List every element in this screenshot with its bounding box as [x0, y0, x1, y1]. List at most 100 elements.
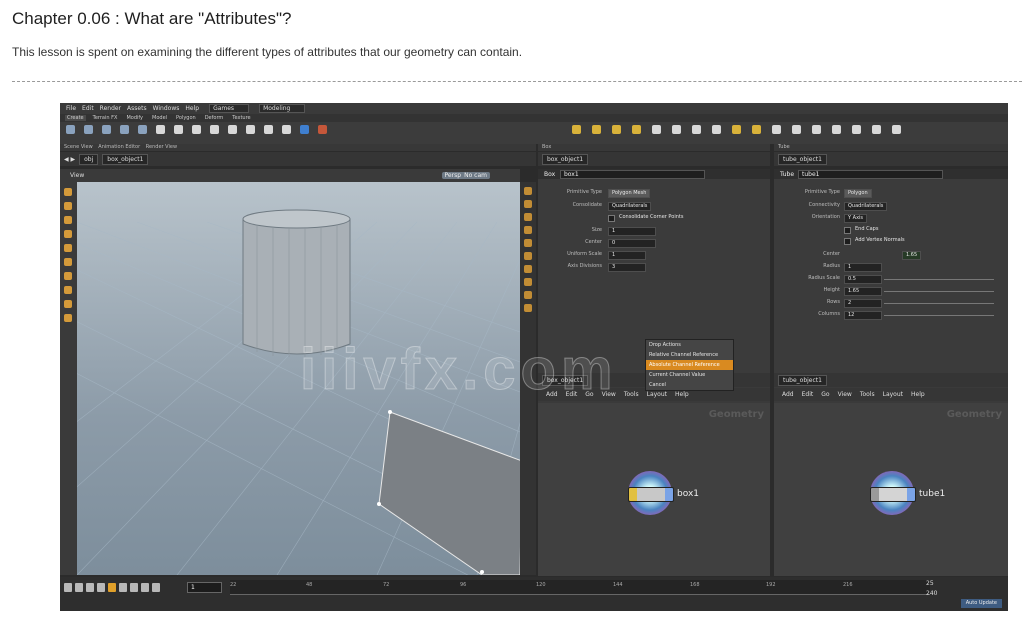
platonic-tool-icon[interactable]	[300, 125, 309, 134]
consolidate-menu[interactable]: Quadrilaterals	[608, 202, 652, 211]
camera-menu[interactable]: No cam	[461, 172, 490, 179]
path-node-tube[interactable]: tube_object1	[778, 153, 827, 165]
path-obj[interactable]: obj	[79, 153, 99, 165]
group-tool-icon[interactable]	[64, 300, 72, 308]
shelf-tab[interactable]: Create	[65, 115, 86, 121]
path-tool-icon[interactable]	[228, 125, 237, 134]
menu-file[interactable]: File	[66, 105, 76, 112]
network-pane-box[interactable]: box_object1 Add Edit Go View Tools Layou…	[538, 373, 770, 576]
jump-end-icon[interactable]	[152, 583, 160, 592]
network-path-field[interactable]: tube_object1	[778, 374, 827, 386]
menu-edit[interactable]: Edit	[82, 105, 94, 112]
camera-tool-icon[interactable]	[572, 125, 581, 134]
shelf-tab[interactable]: Polygon	[174, 115, 198, 121]
handle-tool-icon[interactable]	[64, 258, 72, 266]
tube-tool-icon[interactable]	[102, 125, 111, 134]
net-menu-help[interactable]: Help	[675, 391, 689, 398]
net-menu-layout[interactable]: Layout	[647, 391, 667, 398]
net-menu-layout[interactable]: Layout	[883, 391, 903, 398]
consolidate-checkbox[interactable]	[608, 215, 615, 222]
axis-divisions-field[interactable]: 3	[608, 263, 646, 272]
network-path-field[interactable]: box_object1	[542, 374, 589, 386]
area-light-tool-icon[interactable]	[632, 125, 641, 134]
tab-scene-view[interactable]: Scene View	[64, 144, 93, 150]
rotate-tool-icon[interactable]	[64, 230, 72, 238]
node-name-field[interactable]: tube1	[798, 170, 943, 179]
curve-tool-icon[interactable]	[210, 125, 219, 134]
path-node-box[interactable]: box_object1	[542, 153, 589, 165]
vertex-normals-checkbox[interactable]	[844, 238, 851, 245]
shelf-tab[interactable]: Model	[150, 115, 169, 121]
net-menu-edit[interactable]: Edit	[566, 391, 578, 398]
menu-absolute-reference[interactable]: Absolute Channel Reference	[646, 360, 733, 370]
ambient-light-tool-icon[interactable]	[812, 125, 821, 134]
play-icon[interactable]	[119, 583, 127, 592]
jump-start-icon[interactable]	[64, 583, 72, 592]
menu-help[interactable]: Help	[185, 105, 199, 112]
normals-icon[interactable]	[524, 252, 532, 260]
desktop-select[interactable]: Games	[209, 104, 250, 113]
sphere-tool-icon[interactable]	[84, 125, 93, 134]
stop-icon[interactable]	[108, 583, 116, 592]
center-field[interactable]: 0	[608, 239, 656, 248]
height-field[interactable]: 1.65	[844, 287, 882, 296]
net-menu-view[interactable]: View	[602, 391, 616, 398]
frame-end-b[interactable]: 240	[926, 590, 937, 597]
view-tool-icon[interactable]	[64, 202, 72, 210]
3d-viewport[interactable]	[77, 182, 520, 575]
rows-slider[interactable]	[884, 303, 994, 304]
rows-field[interactable]: 2	[844, 299, 882, 308]
caustic-light-tool-icon[interactable]	[772, 125, 781, 134]
net-menu-tools[interactable]: Tools	[860, 391, 875, 398]
orientation-menu[interactable]: Y Axis	[844, 214, 868, 223]
step-back-icon[interactable]	[75, 583, 83, 592]
lsystem-tool-icon[interactable]	[318, 125, 327, 134]
torus-tool-icon[interactable]	[120, 125, 129, 134]
path-node[interactable]: box_object1	[102, 153, 149, 165]
end-caps-checkbox[interactable]	[844, 227, 851, 234]
net-menu-view[interactable]: View	[838, 391, 852, 398]
move-tool-icon[interactable]	[64, 216, 72, 224]
back-icon[interactable]: ◀ ▶	[64, 156, 75, 163]
display-options-icon[interactable]	[524, 187, 532, 195]
radius-scale-slider[interactable]	[884, 279, 994, 280]
spray-paint-tool-icon[interactable]	[246, 125, 255, 134]
shelf-tab[interactable]: Deform	[203, 115, 226, 121]
shelf-tab[interactable]: Terrain FX	[91, 115, 120, 121]
camera-icon[interactable]	[524, 278, 532, 286]
switcher-tool-icon[interactable]	[872, 125, 881, 134]
menu-relative-reference[interactable]: Relative Channel Reference	[646, 350, 733, 360]
desktop-select-2[interactable]: Modeling	[259, 104, 306, 113]
gamepad-camera-tool-icon[interactable]	[892, 125, 901, 134]
tube1-node[interactable]	[870, 487, 916, 502]
box1-node[interactable]	[628, 487, 674, 502]
portal-light-tool-icon[interactable]	[792, 125, 801, 134]
menu-cancel[interactable]: Cancel	[646, 380, 733, 390]
line-tool-icon[interactable]	[174, 125, 183, 134]
current-frame-field[interactable]: 1	[187, 582, 222, 593]
menu-windows[interactable]: Windows	[153, 105, 180, 112]
step-forward-icon[interactable]	[141, 583, 149, 592]
lights-icon[interactable]	[524, 200, 532, 208]
net-menu-add[interactable]: Add	[782, 391, 794, 398]
points-icon[interactable]	[524, 239, 532, 247]
radius-scale-field[interactable]: 0.5	[844, 275, 882, 284]
pose-tool-icon[interactable]	[64, 272, 72, 280]
primitive-type-menu[interactable]: Polygon Mesh	[608, 189, 651, 198]
connectivity-menu[interactable]: Quadrilaterals	[844, 202, 888, 211]
tab-animation-editor[interactable]: Animation Editor	[98, 144, 140, 150]
spot-light-tool-icon[interactable]	[612, 125, 621, 134]
sky-light-tool-icon[interactable]	[732, 125, 741, 134]
menu-render[interactable]: Render	[100, 105, 121, 112]
snapshot-icon[interactable]	[524, 304, 532, 312]
menu-assets[interactable]: Assets	[127, 105, 147, 112]
scale-tool-icon[interactable]	[64, 244, 72, 252]
stereo-camera-tool-icon[interactable]	[832, 125, 841, 134]
shelf-tab[interactable]: Texture	[230, 115, 252, 121]
center-field[interactable]: 1.65	[902, 251, 922, 260]
next-key-icon[interactable]	[130, 583, 138, 592]
grid-icon[interactable]	[524, 291, 532, 299]
columns-slider[interactable]	[884, 315, 994, 316]
primitive-type-menu[interactable]: Polygon	[844, 189, 872, 198]
volume-light-tool-icon[interactable]	[672, 125, 681, 134]
